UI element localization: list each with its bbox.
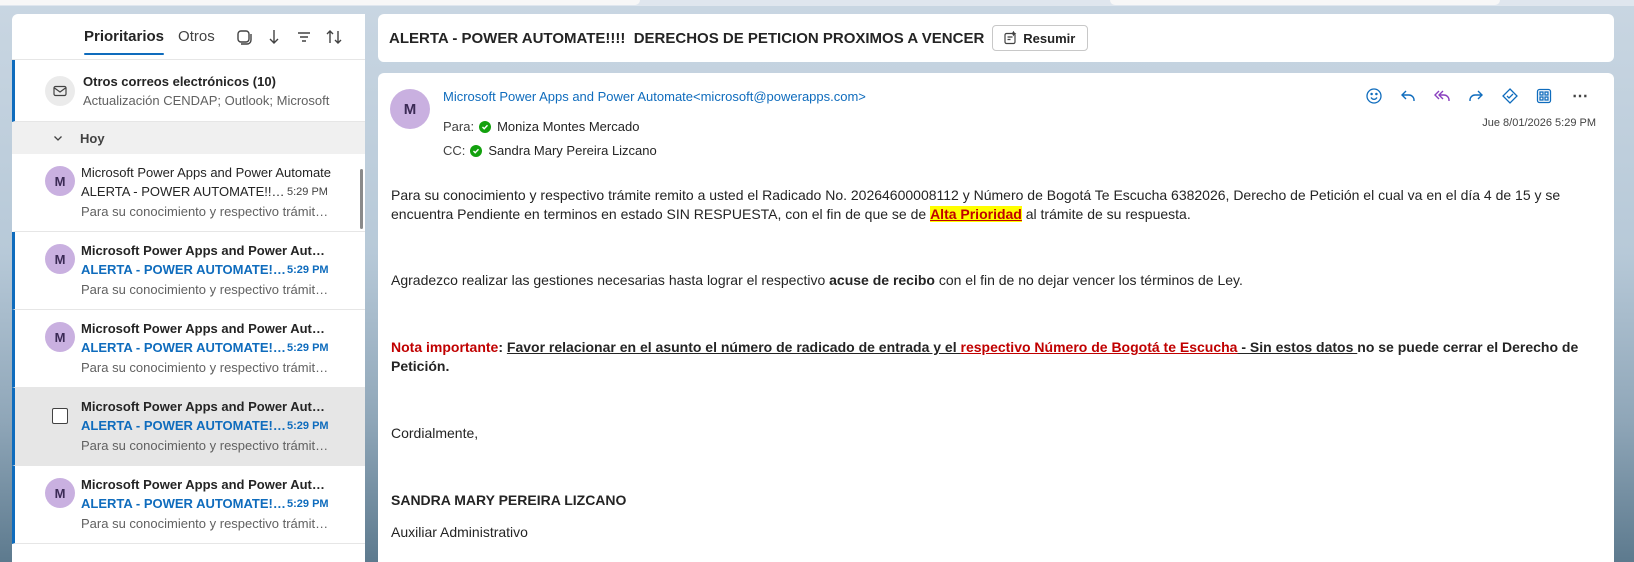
group-label: Hoy	[80, 130, 105, 146]
sender-avatar: M	[390, 89, 430, 129]
cc-label: CC:	[443, 143, 466, 158]
list-item[interactable]: M Microsoft Power Apps and Power Automat…	[12, 154, 365, 232]
message-preview: Para su conocimiento y respectivo trámit…	[81, 516, 331, 531]
sort-icon[interactable]	[319, 22, 349, 52]
message-sender: Microsoft Power Apps and Power Automate	[81, 321, 331, 336]
to-label: Para:	[443, 119, 475, 134]
message-subject: ALERTA - POWER AUTOMATE!!!! DERECHOS DE …	[81, 184, 286, 199]
avatar: M	[45, 244, 75, 274]
body-text: con el fin de no dejar vencer los términ…	[934, 272, 1243, 288]
body-paragraph: Agradezco realizar las gestiones necesar…	[391, 271, 1243, 290]
summarize-icon	[1004, 31, 1017, 45]
sticker-icon[interactable]	[1496, 82, 1524, 110]
body-text: Agradezco realizar las gestiones necesar…	[391, 272, 830, 288]
toolbar-edge	[1110, 0, 1500, 5]
message-time: 5:29 PM	[287, 264, 329, 276]
message-preview: Para su conocimiento y respectivo trámit…	[81, 282, 331, 297]
other-mail-preview: Actualización CENDAP; Outlook; Microsoft	[83, 92, 330, 108]
search-area-edge	[0, 0, 640, 5]
message-list-pane: Prioritarios Otros Otros correos electró…	[12, 14, 365, 562]
window-top-strip	[0, 0, 1634, 6]
apps-icon[interactable]	[1530, 82, 1558, 110]
emoji-react-icon[interactable]	[1360, 82, 1388, 110]
message-sender: Microsoft Power Apps and Power Automate	[81, 165, 331, 180]
message-preview: Para su conocimiento y respectivo trámit…	[81, 438, 331, 453]
message-time: 5:29 PM	[287, 186, 328, 198]
signature-title: Auxiliar Administrativo	[391, 524, 528, 540]
closing: Cordialmente,	[391, 425, 479, 441]
message-sender: Microsoft Power Apps and Power Automate	[81, 477, 331, 492]
message-subject: ALERTA - POWER AUTOMATE!!!! DERECHOS DE …	[81, 418, 286, 433]
message-subject: ALERTA - POWER AUTOMATE!!!! DERECHOS DE …	[81, 262, 286, 277]
message-time: 5:29 PM	[287, 498, 329, 510]
message-subject: ALERTA - POWER AUTOMATE!!!! DERECHOS DE …	[81, 340, 286, 355]
message-preview: Para su conocimiento y respectivo trámit…	[81, 204, 331, 219]
to-line: Para: Moniza Montes Mercado	[443, 119, 639, 134]
reply-icon[interactable]	[1394, 82, 1422, 110]
message-date: Jue 8/01/2026 5:29 PM	[1482, 117, 1596, 129]
select-checkbox[interactable]	[52, 408, 68, 424]
list-item[interactable]: Microsoft Power Apps and Power Automate …	[12, 388, 365, 466]
body-text: :	[498, 339, 507, 355]
cc-recipient[interactable]: Sandra Mary Pereira Lizcano	[488, 143, 656, 158]
important-note: Nota importante: Favor relacionar en el …	[391, 338, 1591, 376]
list-scrollbar[interactable]	[360, 169, 363, 229]
filter-icon[interactable]	[289, 22, 319, 52]
note-red-text: respectivo Número de Bogotá te Escucha	[960, 339, 1238, 355]
avatar: M	[45, 478, 75, 508]
jump-to-icon[interactable]	[259, 22, 289, 52]
message-time: 5:29 PM	[287, 342, 329, 354]
message-preview: Para su conocimiento y respectivo trámit…	[81, 360, 331, 375]
message-actions: ⋯	[1354, 82, 1594, 110]
available-check-icon	[479, 120, 492, 133]
body-bold-text: acuse de recibo	[829, 272, 935, 288]
note-label: Nota importante	[391, 339, 499, 355]
message-subject: ALERTA - POWER AUTOMATE!!!! DERECHOS DE …	[81, 496, 286, 511]
note-text: Favor relacionar en el asunto el número …	[506, 339, 961, 355]
body-paragraph: Para su conocimiento y respectivo trámit…	[391, 186, 1591, 224]
subject-bar: ALERTA - POWER AUTOMATE!!!! DERECHOS DE …	[378, 14, 1614, 62]
select-mode-icon[interactable]	[229, 22, 259, 52]
available-check-icon	[470, 144, 483, 157]
list-item[interactable]: M Microsoft Power Apps and Power Automat…	[12, 232, 365, 310]
email-subject: ALERTA - POWER AUTOMATE!!!! DERECHOS DE …	[389, 29, 985, 47]
message-body: Para su conocimiento y respectivo trámit…	[391, 186, 1591, 540]
summarize-label: Resumir	[1023, 30, 1076, 46]
to-recipient[interactable]: Moniza Montes Mercado	[497, 119, 639, 134]
body-text: al trámite de su respuesta.	[1021, 206, 1191, 222]
forward-icon[interactable]	[1462, 82, 1490, 110]
more-options-icon[interactable]: ⋯	[1566, 82, 1594, 110]
avatar: M	[45, 166, 75, 196]
sender-address[interactable]: Microsoft Power Apps and Power Automate<…	[443, 89, 866, 104]
other-mail-title: Otros correos electrónicos (10)	[83, 73, 276, 89]
chevron-down-icon	[52, 132, 66, 144]
priority-highlight: Alta Prioridad	[930, 206, 1022, 222]
reply-all-icon[interactable]	[1428, 82, 1456, 110]
summarize-button[interactable]: Resumir	[992, 25, 1089, 51]
signature-name: SANDRA MARY PEREIRA LIZCANO	[391, 492, 627, 508]
list-item[interactable]: M Microsoft Power Apps and Power Automat…	[12, 310, 365, 388]
avatar: M	[45, 322, 75, 352]
other-mail-summary[interactable]: Otros correos electrónicos (10) Actualiz…	[12, 60, 365, 122]
cc-line: CC: Sandra Mary Pereira Lizcano	[443, 143, 657, 158]
reading-pane: M Microsoft Power Apps and Power Automat…	[378, 73, 1614, 562]
tab-other[interactable]: Otros	[178, 22, 215, 51]
tab-focused[interactable]: Prioritarios	[84, 22, 165, 55]
mail-envelope-icon	[45, 76, 75, 106]
message-sender: Microsoft Power Apps and Power Automate	[81, 243, 331, 258]
message-sender: Microsoft Power Apps and Power Automate	[81, 399, 331, 414]
note-text: - Sin estos datos	[1237, 339, 1358, 355]
message-time: 5:29 PM	[287, 420, 329, 432]
group-header-today[interactable]: Hoy	[12, 122, 365, 154]
list-item[interactable]: M Microsoft Power Apps and Power Automat…	[12, 466, 365, 544]
message-list-header: Prioritarios Otros	[12, 14, 365, 60]
